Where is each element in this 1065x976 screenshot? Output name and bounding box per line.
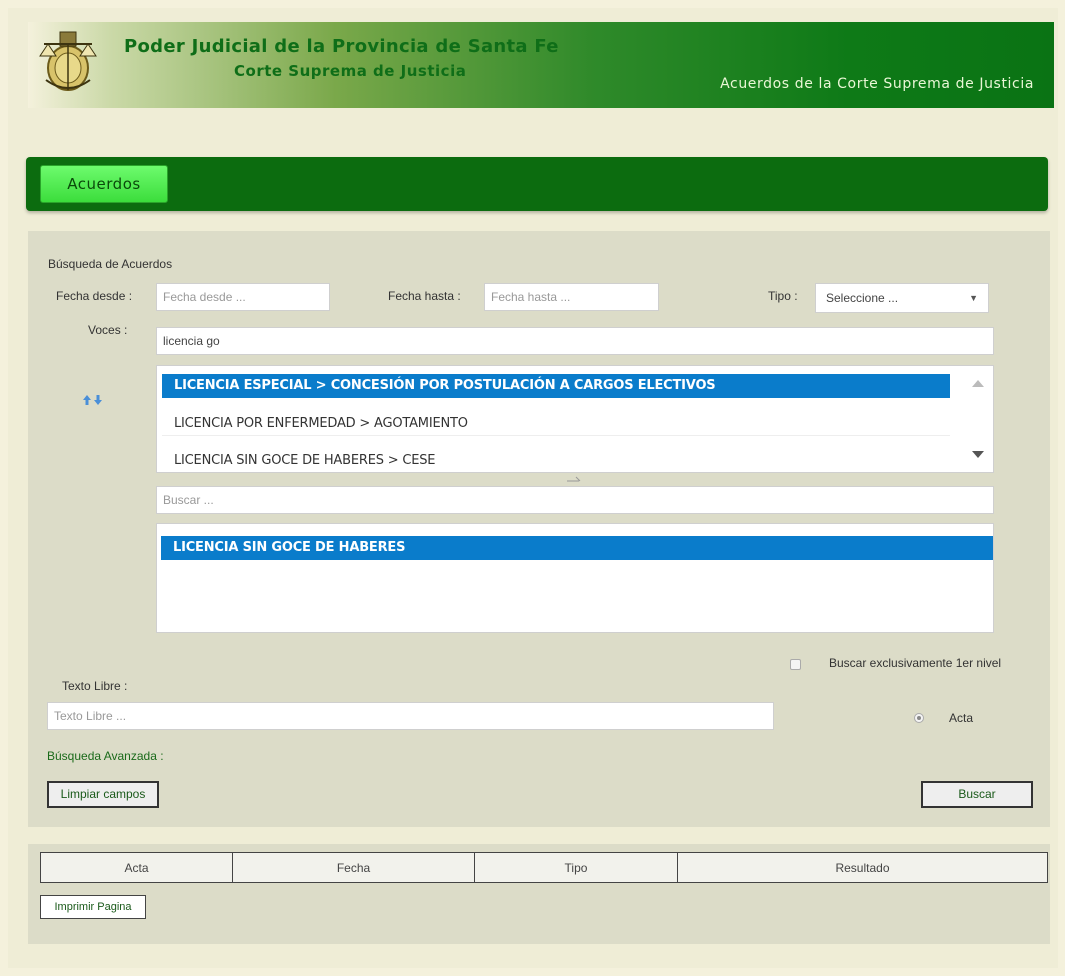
search-panel: Búsqueda de Acuerdos Fecha desde : Fecha… <box>28 231 1050 827</box>
nav-bar: Acuerdos <box>26 157 1048 211</box>
fecha-hasta-input[interactable]: Fecha hasta ... <box>484 283 659 311</box>
column-header-fecha[interactable]: Fecha <box>232 852 475 883</box>
column-header-resultado[interactable]: Resultado <box>677 852 1048 883</box>
section-title: Acuerdos de la Corte Suprema de Justicia <box>720 76 1034 92</box>
exclusive-checkbox[interactable] <box>790 659 801 670</box>
resize-handle-icon[interactable] <box>566 475 582 483</box>
voces-label: Voces : <box>88 323 128 337</box>
results-table: Acta Fecha Tipo Resultado <box>40 852 1048 883</box>
fecha-desde-placeholder: Fecha desde ... <box>163 290 246 304</box>
scroll-down-icon[interactable] <box>971 450 985 460</box>
scroll-up-icon[interactable] <box>971 378 985 388</box>
buscar-placeholder: Buscar ... <box>163 493 214 507</box>
swap-arrows-icon[interactable] <box>82 394 104 406</box>
voces-value: licencia go <box>163 334 220 348</box>
list-item[interactable]: LICENCIA POR ENFERMEDAD > AGOTAMIENTO <box>162 412 950 436</box>
fecha-desde-input[interactable]: Fecha desde ... <box>156 283 330 311</box>
fecha-hasta-label: Fecha hasta : <box>388 289 461 303</box>
results-panel: Acta Fecha Tipo Resultado Imprimir Pagin… <box>28 844 1050 944</box>
column-header-tipo[interactable]: Tipo <box>474 852 678 883</box>
tipo-selected-value: Seleccione ... <box>826 291 899 305</box>
voces-input[interactable]: licencia go <box>156 327 994 355</box>
search-button[interactable]: Buscar <box>921 781 1033 808</box>
tipo-select[interactable]: Seleccione ... ▼ <box>815 283 989 313</box>
court-seal-icon <box>39 31 97 91</box>
voces-suggestions-list: LICENCIA ESPECIAL > CONCESIÓN POR POSTUL… <box>156 365 994 473</box>
print-page-button[interactable]: Imprimir Pagina <box>40 895 146 919</box>
buscar-voces-input[interactable]: Buscar ... <box>156 486 994 514</box>
fecha-desde-label: Fecha desde : <box>56 289 133 303</box>
texto-libre-input[interactable]: Texto Libre ... <box>47 702 774 730</box>
selected-voces-list: LICENCIA SIN GOCE DE HABERES <box>156 523 994 633</box>
header-banner: Poder Judicial de la Provincia de Santa … <box>28 22 1054 108</box>
exclusive-label: Buscar exclusivamente 1er nivel <box>829 656 1002 670</box>
texto-libre-label: Texto Libre : <box>62 679 128 693</box>
list-item[interactable]: LICENCIA ESPECIAL > CONCESIÓN POR POSTUL… <box>162 374 950 398</box>
acta-label: Acta <box>949 711 974 725</box>
acta-radio[interactable] <box>914 713 924 723</box>
texto-libre-placeholder: Texto Libre ... <box>54 709 127 723</box>
clear-fields-button[interactable]: Limpiar campos <box>47 781 159 808</box>
chevron-down-icon: ▼ <box>969 293 978 303</box>
site-subtitle: Corte Suprema de Justicia <box>234 62 467 80</box>
fecha-hasta-placeholder: Fecha hasta ... <box>491 290 571 304</box>
list-item[interactable]: LICENCIA SIN GOCE DE HABERES <box>161 536 993 560</box>
advanced-search-link[interactable]: Búsqueda Avanzada : <box>47 749 164 763</box>
search-section-title: Búsqueda de Acuerdos <box>48 257 173 271</box>
column-header-acta[interactable]: Acta <box>40 852 233 883</box>
tipo-label: Tipo : <box>768 289 798 303</box>
tab-acuerdos[interactable]: Acuerdos <box>40 165 168 203</box>
list-item[interactable]: LICENCIA SIN GOCE DE HABERES > CESE <box>162 449 950 473</box>
site-title: Poder Judicial de la Provincia de Santa … <box>124 36 559 57</box>
